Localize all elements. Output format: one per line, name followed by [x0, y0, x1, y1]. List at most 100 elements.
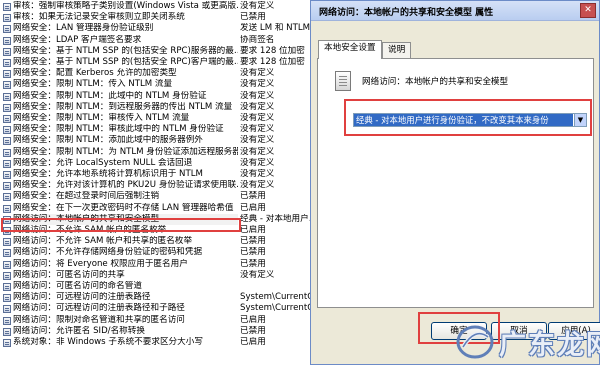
policy-row[interactable]: 网络安全：LDAP 客户端签名要求 协商签名 — [0, 35, 345, 46]
policy-name: 网络安全：限制 NTLM：审核传入 NTLM 流量 — [13, 113, 190, 123]
tab-local-security-setting[interactable]: 本地安全设置 — [318, 40, 382, 59]
policy-name: 网络安全：限制 NTLM：到远程服务器的传出 NTLM 流量 — [13, 101, 233, 112]
policy-name: 网络安全：限制 NTLM：此域中的 NTLM 身份验证 — [13, 90, 207, 101]
policy-row[interactable]: 网络安全：限制 NTLM：此域中的 NTLM 身份验证 没有定义 — [0, 91, 345, 102]
policy-row[interactable]: 网络安全：允许 LocalSystem NULL 会话回退 没有定义 — [0, 158, 345, 169]
policy-row[interactable]: 网络安全：在超过登录时间后强制注销 已禁用 — [0, 191, 345, 202]
dialog-title: 网络访问：本地帐户的共享和安全模型 属性 — [319, 8, 494, 18]
policy-row[interactable]: 网络访问：可匿名访问的命名管道 — [0, 281, 345, 292]
tab-explain[interactable]: 说明 — [382, 42, 412, 58]
policy-item-icon — [3, 271, 11, 280]
policy-item-icon — [3, 115, 11, 123]
policy-item-icon — [3, 159, 11, 168]
policy-name: 网络访问：可远程访问的注册表路径 — [13, 292, 151, 303]
policy-row[interactable]: 网络安全：LAN 管理器身份验证级别 发送 LM 和 NTLM - 如果… — [0, 23, 345, 34]
policy-item-icon — [3, 36, 11, 45]
policy-row[interactable]: 网络安全：基于 NTLM SSP 的(包括安全 RPC)客户端的最… 要求 128… — [0, 57, 345, 68]
policy-item-icon — [3, 103, 11, 112]
policy-row[interactable]: 网络安全：限制 NTLM：为 NTLM 身份验证添加远程服务器… 没有定义 — [0, 147, 345, 158]
policy-row[interactable]: 网络访问：限制对命名管道和共享的匿名访问 已启用 — [0, 315, 345, 326]
policy-name: 网络安全：限制 NTLM：添加此域中的服务器例外 — [13, 135, 203, 146]
policy-item-icon — [3, 3, 11, 11]
policy-item-icon — [3, 25, 11, 34]
policy-name: 网络安全：限制 NTLM：为 NTLM 身份验证添加远程服务器… — [13, 146, 238, 157]
watermark-logo-icon — [456, 325, 494, 359]
policy-row[interactable]: 网络访问：将 Everyone 权限应用于匿名用户 已禁用 — [0, 259, 345, 270]
policy-name: 网络访问：不允许 SAM 帐户和共享的匿名枚举 — [13, 236, 193, 247]
policy-row[interactable]: 审核：强制审核策略子类别设置(Windows Vista 或更高版… 没有定义 — [0, 1, 345, 12]
policy-row[interactable]: 网络访问：允许匿名 SID/名称转换 已禁用 — [0, 326, 345, 337]
dialog-title-bar[interactable]: 网络访问：本地帐户的共享和安全模型 属性 ✕ — [311, 1, 599, 21]
policy-row[interactable]: 网络安全：配置 Kerberos 允许的加密类型 没有定义 — [0, 68, 345, 79]
policy-name: 系统对象：非 Windows 子系统不要求区分大小写 — [13, 337, 203, 347]
policy-row[interactable]: 网络安全：限制 NTLM：传入 NTLM 流量 没有定义 — [0, 79, 345, 90]
policy-item-icon — [3, 305, 11, 314]
close-icon[interactable]: ✕ — [580, 3, 596, 18]
policy-name: 网络访问：可远程访问的注册表路径和子路径 — [13, 303, 185, 314]
policy-name: 网络安全：基于 NTLM SSP 的(包括安全 RPC)客户端的最… — [13, 57, 238, 67]
policy-name: 审核：如果无法记录安全审核则立即关闭系统 — [13, 12, 185, 23]
policy-item-icon — [3, 193, 11, 202]
policy-item-icon — [3, 81, 11, 90]
policy-item-icon — [3, 182, 11, 191]
policy-row[interactable]: 网络安全：限制 NTLM：到远程服务器的传出 NTLM 流量 没有定义 — [0, 102, 345, 113]
policy-row[interactable]: 网络访问：不允许存储网络身份验证的密码和凭据 已禁用 — [0, 247, 345, 258]
policy-item-icon — [3, 238, 11, 247]
policy-list: 审核：强制审核策略子类别设置(Windows Vista 或更高版… 没有定义 审核… — [0, 0, 345, 365]
policy-name: 网络安全：LDAP 客户端签名要求 — [13, 34, 142, 45]
policy-row[interactable]: 网络访问：不允许 SAM 帐户和共享的匿名枚举 已禁用 — [0, 236, 345, 247]
dropdown-highlight — [344, 99, 592, 136]
policy-item-icon — [3, 14, 11, 23]
policy-item-icon — [3, 59, 11, 67]
policy-item-icon — [3, 204, 11, 213]
policy-item-icon — [3, 294, 11, 303]
policy-row[interactable]: 网络安全：在下一次更改密码时不存储 LAN 管理器哈希值 已启用 — [0, 203, 345, 214]
policy-name: 网络安全：限制 NTLM：审核此域中的 NTLM 身份验证 — [13, 124, 224, 135]
policy-item-icon — [3, 126, 11, 135]
policy-item-icon — [3, 148, 11, 157]
policy-row[interactable]: 网络安全：允许本地系统将计算机标识用于 NTLM 没有定义 — [0, 169, 345, 180]
policy-row[interactable]: 系统对象：非 Windows 子系统不要求区分大小写 已启用 — [0, 337, 345, 348]
policy-item-icon — [3, 137, 11, 146]
policy-name: 网络安全：限制 NTLM：传入 NTLM 流量 — [13, 79, 173, 90]
policy-item-icon — [3, 70, 11, 79]
properties-dialog: 网络访问：本地帐户的共享和安全模型 属性 ✕ 本地安全设置 说明 网络访问：本地… — [310, 0, 600, 365]
policy-row[interactable]: 网络安全：限制 NTLM：添加此域中的服务器例外 没有定义 — [0, 135, 345, 146]
policy-name: 网络安全：在超过登录时间后强制注销 — [13, 191, 160, 202]
policy-row[interactable]: 网络安全：限制 NTLM：审核此域中的 NTLM 身份验证 没有定义 — [0, 124, 345, 135]
watermark-text: 广东龙网 — [499, 330, 600, 361]
policy-name: 网络安全：基于 NTLM SSP 的(包括安全 RPC)服务器的最… — [13, 45, 238, 56]
policy-row[interactable]: 网络安全：基于 NTLM SSP 的(包括安全 RPC)服务器的最… 要求 128… — [0, 46, 345, 57]
policy-name: 网络安全：配置 Kerberos 允许的加密类型 — [13, 68, 177, 79]
policy-row[interactable]: 网络安全：限制 NTLM：审核传入 NTLM 流量 没有定义 — [0, 113, 345, 124]
policy-item-icon — [3, 339, 11, 347]
policy-name: 网络访问：限制对命名管道和共享的匿名访问 — [13, 314, 185, 325]
policy-item-icon — [3, 316, 11, 325]
policy-item-icon — [3, 92, 11, 101]
policy-row[interactable]: 网络安全：允许对该计算机的 PKU2U 身份验证请求使用联… 没有定义 — [0, 180, 345, 191]
policy-document-icon — [332, 69, 354, 95]
policy-name: 网络访问：将 Everyone 权限应用于匿名用户 — [13, 258, 188, 269]
policy-name: 网络安全：允许对该计算机的 PKU2U 身份验证请求使用联… — [13, 180, 238, 191]
watermark: 广东龙网 — [455, 320, 600, 364]
policy-row[interactable]: 审核：如果无法记录安全审核则立即关闭系统 已禁用 — [0, 12, 345, 23]
policy-name: 网络安全：LAN 管理器身份验证级别 — [13, 23, 154, 34]
policy-name: 网络访问：不允许存储网络身份验证的密码和凭据 — [13, 247, 203, 258]
policy-name: 网络安全：在下一次更改密码时不存储 LAN 管理器哈希值 — [13, 202, 234, 213]
policy-item-icon — [3, 327, 11, 336]
policy-item-icon — [3, 260, 11, 269]
policy-name: 审核：强制审核策略子类别设置(Windows Vista 或更高版… — [13, 1, 238, 11]
policy-item-icon — [3, 283, 11, 291]
policy-name: 网络安全：允许 LocalSystem NULL 会话回退 — [13, 157, 193, 168]
policy-name: 网络安全：允许本地系统将计算机标识用于 NTLM — [13, 169, 203, 179]
policy-row[interactable]: 网络访问：可远程访问的注册表路径和子路径 System\CurrentContr… — [0, 303, 345, 314]
policy-name: 网络访问：可匿名访问的共享 — [13, 269, 125, 280]
policy-name: 网络访问：可匿名访问的命名管道 — [13, 281, 142, 291]
policy-row[interactable]: 网络访问：可匿名访问的共享 没有定义 — [0, 270, 345, 281]
tab-panel: 网络访问：本地帐户的共享和安全模型 经典 - 对本地用户进行身份验证，不改变其本… — [317, 58, 594, 308]
policy-row[interactable]: 网络访问：可远程访问的注册表路径 System\CurrentContr… — [0, 292, 345, 303]
policy-item-icon — [3, 47, 11, 56]
policy-name: 网络访问：允许匿名 SID/名称转换 — [13, 325, 145, 336]
policy-item-icon — [3, 249, 11, 258]
policy-heading: 网络访问：本地帐户的共享和安全模型 — [362, 77, 509, 87]
